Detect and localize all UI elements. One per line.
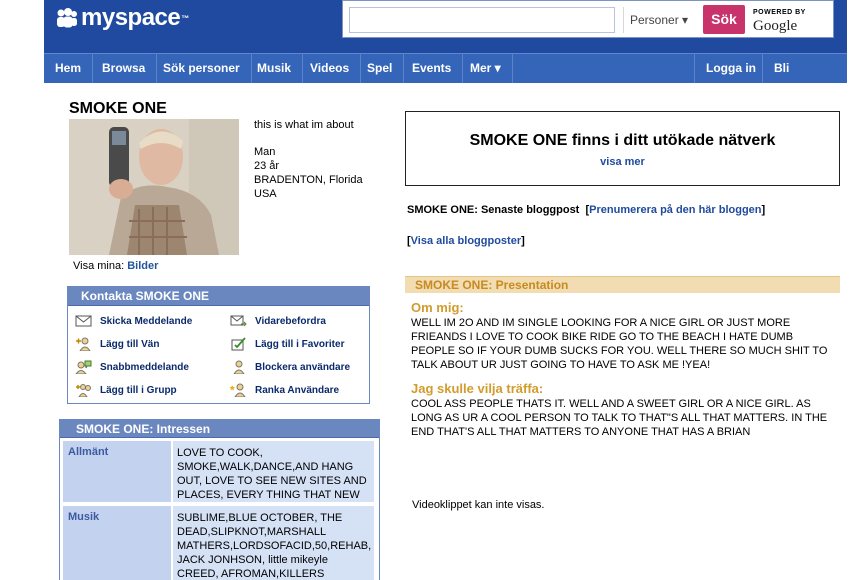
profile-gender: Man — [254, 146, 276, 158]
extended-network-title: SMOKE ONE finns i ditt utökade nätverk — [469, 132, 776, 149]
interest-value-general: LOVE TO COOK, SMOKE,WALK,DANCE,AND HANG … — [173, 441, 374, 502]
send-message-label: Skicka Meddelande — [100, 315, 193, 327]
view-all-blog-posts-link[interactable]: Visa alla bloggposter — [411, 235, 521, 247]
nav-music[interactable]: Musik — [246, 54, 304, 83]
interests-title: SMOKE ONE: Intressen — [60, 420, 379, 438]
profile-photo[interactable] — [69, 119, 239, 255]
person-photo-icon — [69, 119, 239, 255]
nav-games[interactable]: Spel — [356, 54, 405, 83]
profile-name: SMOKE ONE — [69, 100, 167, 117]
site-header: myspace ™ Personer ▾ Sök POWERED BY Googl… — [44, 0, 847, 53]
rank-user-button[interactable]: Ranka Användare — [230, 383, 339, 397]
block-user-button[interactable]: Blockera användare — [230, 360, 350, 374]
contact-box: Kontakta SMOKE ONE Skicka Meddelande Vid… — [67, 286, 370, 404]
interests-box: SMOKE ONE: Intressen Allmänt LOVE TO COO… — [59, 419, 380, 580]
add-favorite-label: Lägg till i Favoriter — [255, 338, 345, 350]
extended-network-box: SMOKE ONE finns i ditt utökade nätverk v… — [405, 111, 840, 186]
nav-events[interactable]: Events — [401, 54, 464, 83]
would-like-to-meet-text: COOL ASS PEOPLE THATS IT. WELL AND A SWE… — [411, 398, 828, 438]
presentation-title: SMOKE ONE: Presentation — [405, 276, 840, 293]
mail-icon — [75, 315, 92, 327]
nav-home[interactable]: Hem — [44, 54, 94, 83]
nav-videos[interactable]: Videos — [299, 54, 362, 83]
nav-more[interactable]: Mer ▾ — [459, 54, 513, 83]
pictures-link[interactable]: Bilder — [127, 260, 158, 272]
view-mine: Visa mina: Bilder — [73, 260, 158, 272]
search-button[interactable]: Sök — [703, 5, 745, 34]
favorite-icon — [231, 337, 246, 351]
search-bar: Personer ▾ Sök POWERED BY Google — [342, 0, 834, 38]
profile-country: USA — [254, 188, 277, 200]
blog-view-all: [Visa alla bloggposter] — [407, 235, 525, 247]
interest-value-music: SUBLIME,BLUE OCTOBER, THE DEAD,SLIPKNOT,… — [173, 506, 374, 580]
interest-label-general: Allmänt — [63, 441, 171, 502]
people-logo-icon — [57, 8, 77, 28]
search-input[interactable] — [349, 7, 615, 33]
profile-age: 23 år — [254, 160, 280, 172]
powered-by-label: POWERED BY — [753, 9, 806, 16]
profile-headline: this is what im about — [254, 119, 354, 131]
block-user-label: Blockera användare — [255, 361, 351, 373]
add-to-group-label: Lägg till i Grupp — [100, 384, 177, 396]
see-more-link[interactable]: visa mer — [406, 156, 839, 168]
about-me-heading: Om mig: — [411, 300, 464, 315]
forward-button[interactable]: Vidarebefordra — [230, 314, 326, 328]
logo-text: myspace — [81, 4, 181, 31]
nav-login[interactable]: Logga in — [694, 54, 767, 83]
forward-label: Vidarebefordra — [255, 315, 326, 327]
add-group-icon — [76, 384, 91, 397]
blog-latest: SMOKE ONE: Senaste bloggpost [Prenumerer… — [407, 204, 766, 216]
nav-sign-up[interactable]: Bli medlem — [762, 54, 847, 104]
view-mine-label: Visa mina: — [73, 260, 125, 272]
send-message-button[interactable]: Skicka Meddelande — [75, 314, 192, 328]
instant-message-icon — [75, 360, 92, 374]
contact-box-title: Kontakta SMOKE ONE — [68, 287, 369, 306]
add-favorite-button[interactable]: Lägg till i Favoriter — [230, 337, 344, 351]
instant-message-label: Snabbmeddelande — [100, 361, 189, 373]
profile-city: BRADENTON, Florida — [254, 174, 363, 186]
myspace-logo[interactable]: myspace ™ — [56, 4, 189, 32]
rank-user-label: Ranka Användare — [255, 384, 340, 396]
video-unavailable-message: Videoklippet kan inte visas. — [412, 499, 545, 511]
add-to-group-button[interactable]: Lägg till i Grupp — [75, 383, 177, 397]
about-me-text: WELL IM 2O AND IM SINGLE LOOKING FOR A N… — [411, 317, 828, 371]
instant-message-button[interactable]: Snabbmeddelande — [75, 360, 189, 374]
add-friend-label: Lägg till Vän — [100, 338, 160, 350]
nav-search-people[interactable]: Sök personer — [152, 54, 252, 83]
forward-mail-icon — [230, 315, 247, 327]
add-friend-icon — [76, 337, 91, 351]
add-friend-button[interactable]: Lägg till Vän — [75, 337, 159, 351]
main-navigation: Hem Browsa Sök personer Musik Videos Spe… — [44, 53, 847, 104]
would-like-to-meet-heading: Jag skulle vilja träffa: — [411, 381, 544, 396]
logo-trademark: ™ — [181, 13, 189, 23]
interest-label-music: Musik — [63, 506, 171, 580]
nav-browse[interactable]: Browsa — [91, 54, 158, 83]
powered-by-google: POWERED BY Google — [753, 8, 823, 35]
blog-latest-label: SMOKE ONE: Senaste bloggpost — [407, 204, 580, 216]
subscribe-blog-link[interactable]: Prenumerera på den här bloggen — [589, 204, 761, 216]
google-logo: Google — [753, 18, 798, 34]
block-user-icon — [233, 360, 245, 374]
search-scope-select[interactable]: Personer ▾ — [623, 7, 695, 33]
rank-user-icon — [230, 383, 246, 397]
